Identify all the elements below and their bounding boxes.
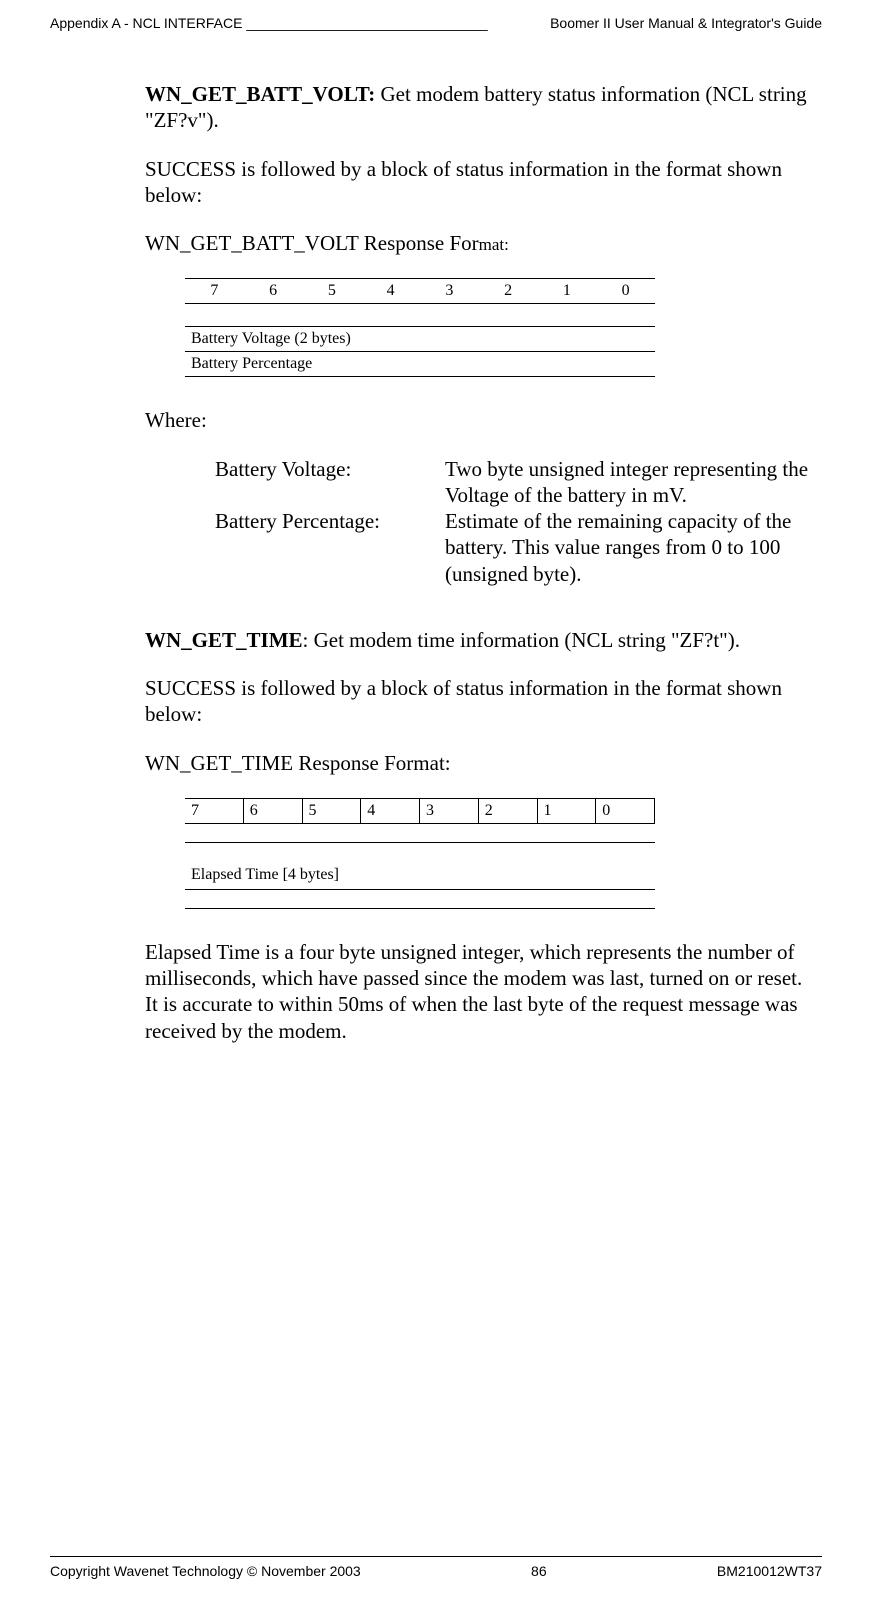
table-bottom-line bbox=[185, 908, 655, 909]
sec1-p1: SUCCESS is followed by a block of status… bbox=[145, 156, 817, 209]
table-row bbox=[185, 304, 655, 327]
sec2-p2: WN_GET_TIME Response Format: bbox=[145, 750, 817, 776]
def-text-bp: Estimate of the remaining capacity of th… bbox=[445, 508, 817, 587]
bit-col: 1 bbox=[537, 798, 596, 823]
table-row: 7 6 5 4 3 2 1 0 bbox=[185, 279, 655, 304]
header-right: Boomer II User Manual & Integrator's Gui… bbox=[550, 15, 822, 31]
sec1-bits-table: 7 6 5 4 3 2 1 0 Battery Voltage (2 bytes… bbox=[185, 278, 655, 377]
def-row: Battery Voltage: Two byte unsigned integ… bbox=[215, 456, 817, 509]
sec1-p2b: mat: bbox=[479, 235, 509, 254]
sec1-where: Where: bbox=[145, 407, 817, 433]
bit-col: 0 bbox=[596, 279, 655, 304]
bit-col: 3 bbox=[420, 798, 479, 823]
bit-col: 1 bbox=[538, 279, 597, 304]
sec1-command-name: WN_GET_BATT_VOLT: bbox=[145, 82, 375, 106]
row-battery-voltage: Battery Voltage (2 bytes) bbox=[185, 327, 655, 352]
table-row: 7 6 5 4 3 2 1 0 bbox=[185, 798, 655, 823]
bit-col: 4 bbox=[361, 279, 420, 304]
bit-col: 3 bbox=[420, 279, 479, 304]
header-left: Appendix A - NCL INTERFACE _____________… bbox=[50, 15, 488, 31]
bit-col: 2 bbox=[478, 798, 537, 823]
bit-col: 5 bbox=[303, 279, 362, 304]
sec2-command-para: WN_GET_TIME: Get modem time information … bbox=[145, 627, 817, 653]
def-row: Battery Percentage: Estimate of the rema… bbox=[215, 508, 817, 587]
bit-col: 4 bbox=[361, 798, 420, 823]
def-label-bv: Battery Voltage: bbox=[215, 456, 445, 509]
page-footer: Copyright Wavenet Technology © November … bbox=[50, 1556, 822, 1579]
document-page: Appendix A - NCL INTERFACE _____________… bbox=[0, 0, 872, 1604]
def-label-bp: Battery Percentage: bbox=[215, 508, 445, 587]
row-elapsed-time: Elapsed Time [4 bytes] bbox=[185, 842, 655, 890]
table-row: Battery Voltage (2 bytes) bbox=[185, 327, 655, 352]
bit-col: 2 bbox=[479, 279, 538, 304]
page-header: Appendix A - NCL INTERFACE _____________… bbox=[50, 15, 822, 31]
footer-left: Copyright Wavenet Technology © November … bbox=[50, 1563, 361, 1579]
sec2-table-wrap: 7 6 5 4 3 2 1 0 Elapsed Time [4 bytes] bbox=[185, 798, 817, 909]
def-text-bv: Two byte unsigned integer representing t… bbox=[445, 456, 817, 509]
sec2-command-desc: : Get modem time information (NCL string… bbox=[303, 628, 740, 652]
footer-right: BM210012WT37 bbox=[717, 1563, 822, 1579]
footer-center: 86 bbox=[531, 1563, 547, 1579]
sec2-bits-table: 7 6 5 4 3 2 1 0 bbox=[185, 798, 655, 824]
table-row: Battery Percentage bbox=[185, 352, 655, 377]
bit-col: 6 bbox=[244, 279, 303, 304]
sec1-table-wrap: 7 6 5 4 3 2 1 0 Battery Voltage (2 bytes… bbox=[185, 278, 817, 377]
sec1-definitions: Battery Voltage: Two byte unsigned integ… bbox=[215, 456, 817, 587]
bit-col: 0 bbox=[596, 798, 655, 823]
sec2-p1: SUCCESS is followed by a block of status… bbox=[145, 675, 817, 728]
bit-col: 5 bbox=[302, 798, 361, 823]
row-battery-percentage: Battery Percentage bbox=[185, 352, 655, 377]
sec1-p2: WN_GET_BATT_VOLT Response Format: bbox=[145, 230, 817, 256]
sec2-command-name: WN_GET_TIME bbox=[145, 628, 303, 652]
sec2-p3: Elapsed Time is a four byte unsigned int… bbox=[145, 939, 817, 1044]
sec1-p2a: WN_GET_BATT_VOLT Response For bbox=[145, 231, 479, 255]
sec1-command-para: WN_GET_BATT_VOLT: Get modem battery stat… bbox=[145, 81, 817, 134]
bit-col: 7 bbox=[185, 279, 244, 304]
bit-col: 7 bbox=[185, 798, 243, 823]
bit-col: 6 bbox=[243, 798, 302, 823]
page-content: WN_GET_BATT_VOLT: Get modem battery stat… bbox=[145, 81, 817, 1044]
